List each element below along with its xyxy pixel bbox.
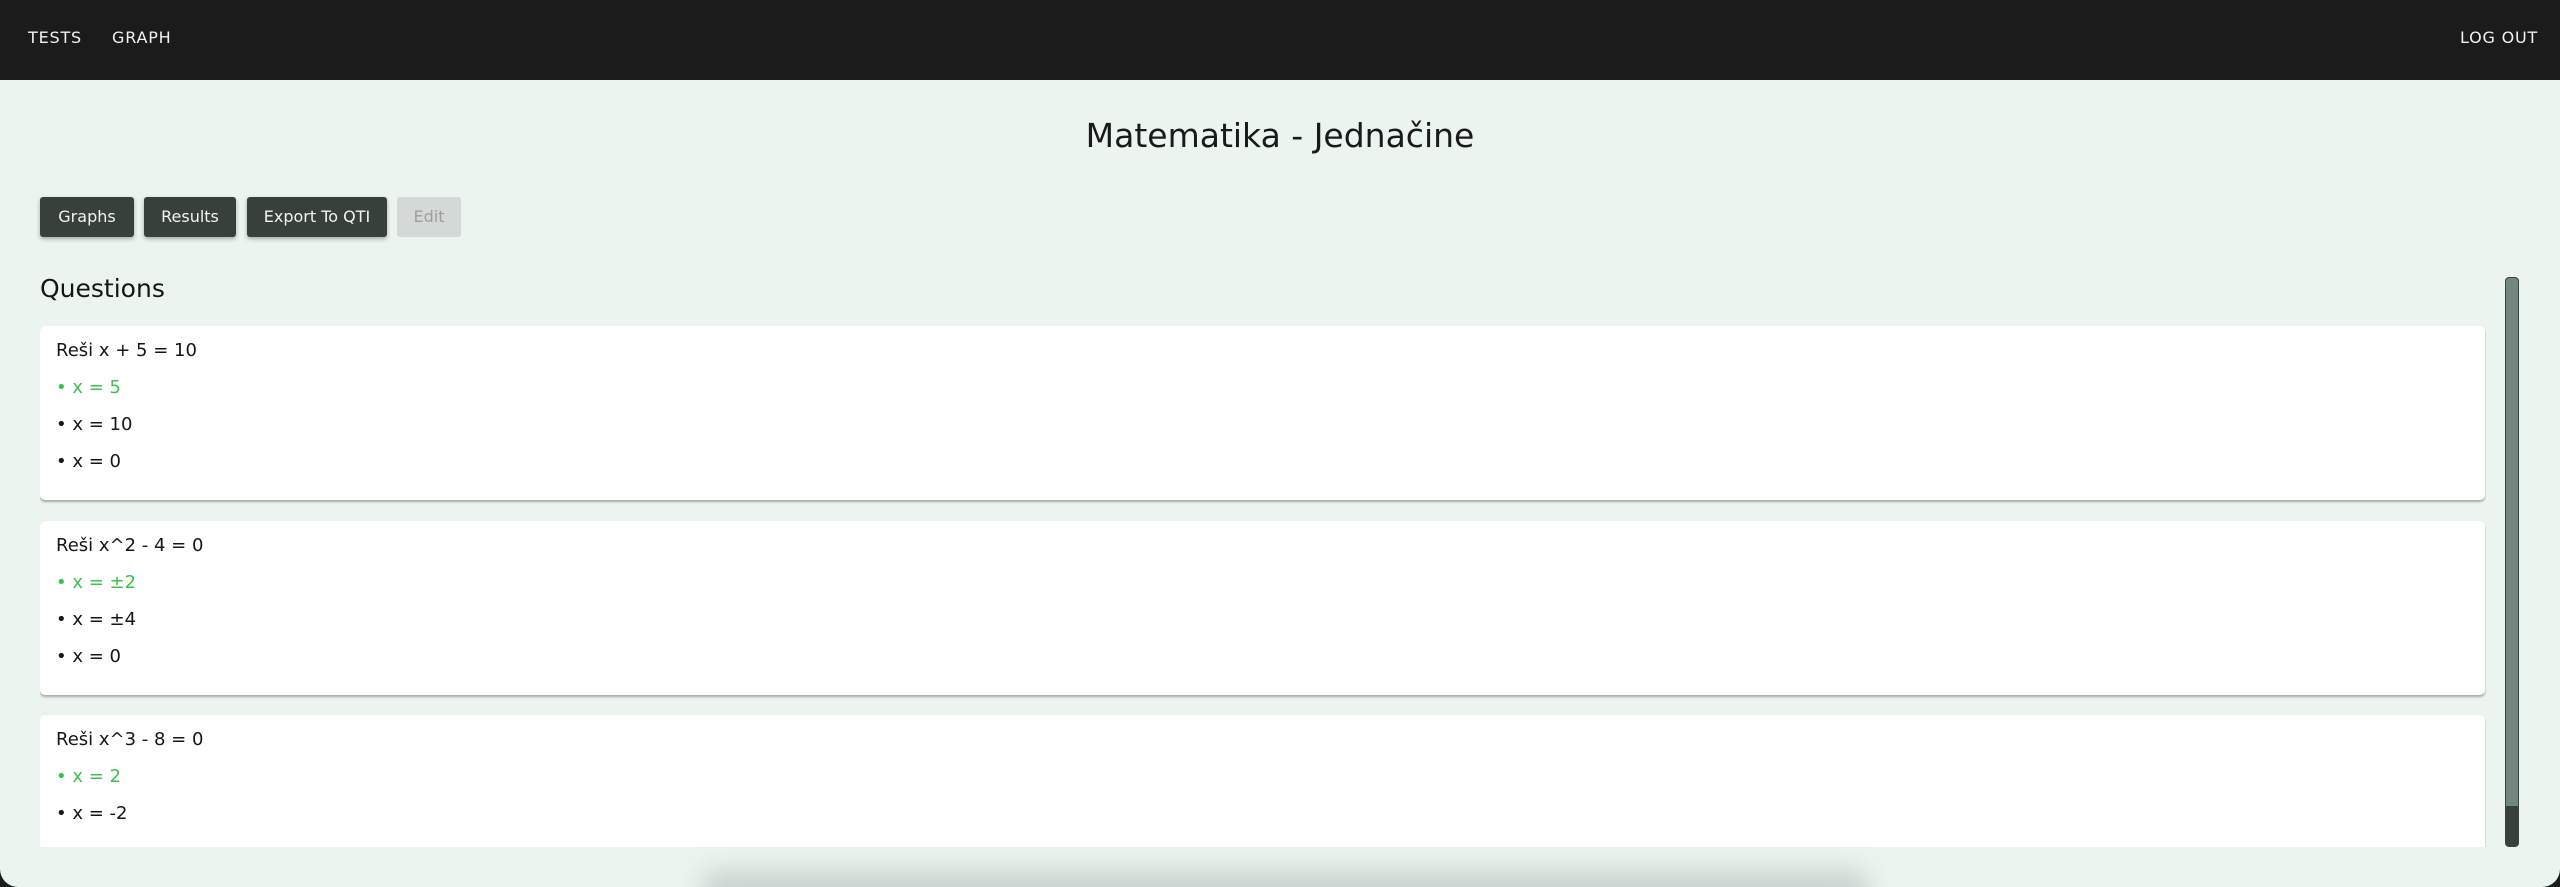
- answer-correct: • x = 5: [56, 377, 121, 398]
- answer: • x = 10: [56, 414, 133, 435]
- question-card: Reši x + 5 = 10 • x = 5 • x = 10 • x = 0: [40, 326, 2485, 500]
- logout-button[interactable]: LOG OUT: [2460, 28, 2538, 47]
- top-navbar: TESTS GRAPH LOG OUT: [0, 0, 2560, 80]
- answer: • x = 0: [56, 646, 121, 667]
- question-card: Reši x^3 - 8 = 0 • x = 2 • x = -2: [40, 715, 2485, 847]
- export-qti-button[interactable]: Export To QTI: [247, 197, 387, 237]
- graphs-button[interactable]: Graphs: [40, 197, 134, 237]
- question-card: Reši x^2 - 4 = 0 • x = ±2 • x = ±4 • x =…: [40, 521, 2485, 695]
- answer: • x = ±4: [56, 609, 137, 630]
- scrollbar[interactable]: [2505, 277, 2519, 847]
- question-text: Reši x + 5 = 10: [56, 340, 197, 361]
- main-content: Matematika - Jednačine Graphs Results Ex…: [0, 80, 2560, 887]
- answer-correct: • x = 2: [56, 766, 121, 787]
- scrollbar-thumb[interactable]: [2506, 806, 2518, 846]
- question-text: Reši x^2 - 4 = 0: [56, 535, 204, 556]
- page-title: Matematika - Jednačine: [1085, 116, 1475, 155]
- bottom-shadow: [700, 870, 1870, 887]
- nav-tests[interactable]: TESTS: [28, 28, 82, 47]
- edit-button: Edit: [397, 197, 461, 237]
- questions-list[interactable]: Reši x + 5 = 10 • x = 5 • x = 10 • x = 0…: [40, 326, 2486, 847]
- results-button[interactable]: Results: [144, 197, 236, 237]
- answer: • x = -2: [56, 803, 128, 824]
- question-text: Reši x^3 - 8 = 0: [56, 729, 204, 750]
- answer-correct: • x = ±2: [56, 572, 137, 593]
- answer: • x = 0: [56, 451, 121, 472]
- questions-heading: Questions: [40, 274, 165, 303]
- nav-graph[interactable]: GRAPH: [112, 28, 172, 47]
